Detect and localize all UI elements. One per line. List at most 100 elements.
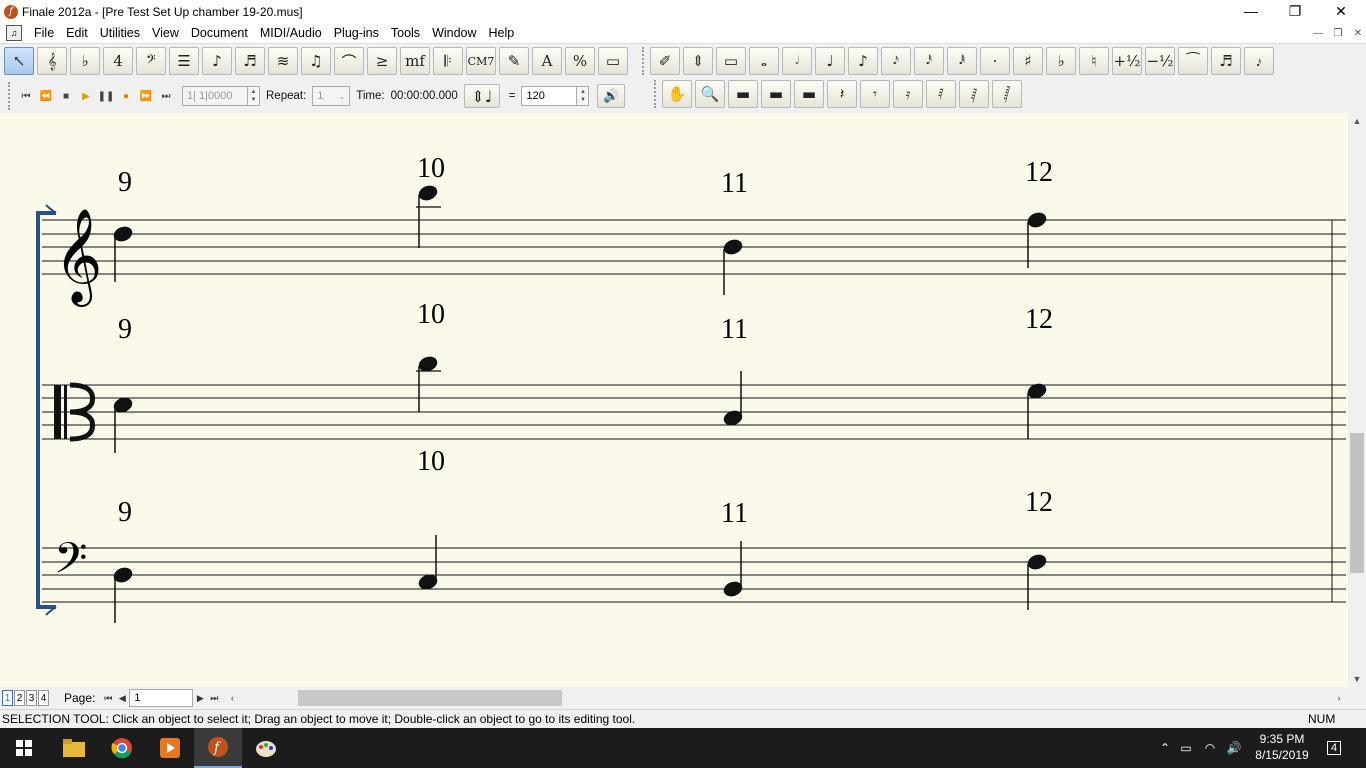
breve-rest-button[interactable]: ▬ <box>728 80 758 108</box>
eraser-button[interactable]: ✐ <box>650 47 680 75</box>
menu-help[interactable]: Help <box>483 26 521 40</box>
toolbar-grip[interactable] <box>654 80 658 108</box>
scroll-down-icon[interactable]: ▼ <box>1348 671 1366 687</box>
quarter-rest-button[interactable]: 𝄽 <box>827 80 857 108</box>
half-note-button[interactable]: 𝅗𝅥 <box>782 47 812 75</box>
expression-tool-button[interactable]: mf <box>400 47 430 75</box>
tempo-spinner[interactable]: ▲ ▼ <box>577 86 590 106</box>
play-icon[interactable]: ▶ <box>76 85 96 107</box>
menu-view[interactable]: View <box>146 26 185 40</box>
measure-number[interactable]: 11 <box>721 314 748 346</box>
lyrics-tool-button[interactable]: ✎ <box>499 47 529 75</box>
scroll-left-icon[interactable]: ‹ <box>225 690 239 706</box>
menu-utilities[interactable]: Utilities <box>94 26 146 40</box>
menu-window[interactable]: Window <box>426 26 482 40</box>
measure-number[interactable]: 10 <box>417 446 445 478</box>
hand-grabber-button[interactable]: ✋ <box>662 80 692 108</box>
show-hidden-icons-icon[interactable]: ⌃ <box>1156 741 1174 755</box>
onetwentyeighth-rest-button[interactable]: 𝅂 <box>992 80 1022 108</box>
toolbar-grip[interactable] <box>642 47 646 75</box>
sixteenth-note-button[interactable]: 𝅘𝅥𝅯 <box>881 47 911 75</box>
sixtyfourth-rest-button[interactable]: 𝅁 <box>959 80 989 108</box>
last-page-icon[interactable]: ⏭ <box>207 690 221 706</box>
sixteenth-rest-button[interactable]: 𝄿 <box>893 80 923 108</box>
measure-number[interactable]: 12 <box>1025 157 1053 189</box>
zoom-button[interactable]: 🔍 <box>695 80 725 108</box>
half-rest-button[interactable]: ▬ <box>794 80 824 108</box>
repeat-tool-button[interactable]: 𝄆 <box>433 47 463 75</box>
page-tab-2[interactable]: 2 <box>14 690 25 706</box>
speedy-entry-tool-button[interactable]: ♬ <box>235 47 265 75</box>
battery-icon[interactable]: ▭ <box>1174 741 1198 755</box>
record-icon[interactable]: ● <box>116 85 136 107</box>
toolbar-grip[interactable] <box>8 82 12 110</box>
clef-tool-button[interactable]: 𝄢 <box>136 47 166 75</box>
measure-number[interactable]: 11 <box>721 498 748 530</box>
tie-button[interactable]: ⁀ <box>1178 47 1208 75</box>
doc-restore-button[interactable]: ❐ <box>1328 25 1348 41</box>
clock[interactable]: 9:35 PM 8/15/2019 <box>1250 731 1314 763</box>
scroll-up-icon[interactable]: ▲ <box>1348 113 1366 129</box>
rewind-icon[interactable]: ⏪ <box>36 85 56 107</box>
selection-tool-button[interactable]: ↖ <box>4 47 34 75</box>
measure-spinner[interactable]: ▲ ▼ <box>248 86 260 106</box>
measure-number[interactable]: 11 <box>721 168 748 200</box>
menu-file[interactable]: File <box>28 26 60 40</box>
horizontal-scroll-thumb[interactable] <box>298 690 562 706</box>
staff-tool-button[interactable]: 𝄞 <box>37 47 67 75</box>
eighth-rest-button[interactable]: 𝄾 <box>860 80 890 108</box>
media-player-icon[interactable] <box>146 728 194 768</box>
paint-icon[interactable] <box>242 728 290 768</box>
thirtysecond-note-button[interactable]: 𝅘𝅥𝅰 <box>914 47 944 75</box>
page-tab-1[interactable]: 1 <box>2 690 13 706</box>
menu-edit[interactable]: Edit <box>60 26 94 40</box>
eighth-note-button[interactable]: ♪ <box>848 47 878 75</box>
measure-number[interactable]: 12 <box>1025 487 1053 519</box>
vertical-scroll-thumb[interactable] <box>1350 433 1364 573</box>
tempo-field[interactable]: 120 <box>521 86 578 106</box>
first-page-icon[interactable]: ⏮ <box>101 690 115 706</box>
score-canvas[interactable]: 𝄞 𝄢 <box>0 113 1348 687</box>
menu-document[interactable]: Document <box>185 26 254 40</box>
hyperscribe-tool-button[interactable]: ≋ <box>268 47 298 75</box>
dot-button[interactable]: · <box>980 47 1010 75</box>
stop-icon[interactable]: ■ <box>56 85 76 107</box>
previous-page-icon[interactable]: ◀ <box>115 690 129 706</box>
tempo-note-selector[interactable]: ⇕♩ <box>463 84 500 108</box>
half-step-up-button[interactable]: +½ <box>1112 47 1142 75</box>
measure-number[interactable]: 9 <box>118 167 132 199</box>
smart-shape-tool-button[interactable]: ⌒ <box>334 47 364 75</box>
wifi-icon[interactable]: ◠ <box>1198 741 1222 755</box>
finale-app-icon[interactable]: f <box>4 4 18 19</box>
chrome-icon[interactable] <box>98 728 146 768</box>
measure-number[interactable]: 10 <box>417 153 445 185</box>
menu-plug-ins[interactable]: Plug-ins <box>328 26 385 40</box>
next-page-icon[interactable]: ▶ <box>193 690 207 706</box>
minimize-button[interactable]: — <box>1228 0 1274 22</box>
text-tool-button[interactable]: A <box>532 47 562 75</box>
whole-rest-button[interactable]: ▬ <box>761 80 791 108</box>
key-signature-tool-button[interactable]: ♭ <box>70 47 100 75</box>
menu-tools[interactable]: Tools <box>385 26 426 40</box>
doc-close-button[interactable]: ✕ <box>1348 25 1366 41</box>
resize-tool-button[interactable]: % <box>565 47 595 75</box>
notification-center-icon[interactable]: 4 <box>1322 738 1346 758</box>
flat-button[interactable]: ♭ <box>1046 47 1076 75</box>
repeat-dropdown[interactable]: 1 ⌄ <box>312 86 351 106</box>
document-icon[interactable]: ♫ <box>6 25 22 41</box>
time-signature-tool-button[interactable]: 4 <box>103 47 133 75</box>
pause-icon[interactable]: ❚❚ <box>96 85 116 107</box>
whole-note-button[interactable]: 𝅝 <box>749 47 779 75</box>
menu-midi-audio[interactable]: MIDI/Audio <box>254 26 328 40</box>
tuplet-button[interactable]: ♬ <box>1211 47 1241 75</box>
measure-number[interactable]: 9 <box>118 314 132 346</box>
chord-tool-button[interactable]: CM7 <box>466 47 496 75</box>
measure-number[interactable]: 12 <box>1025 304 1053 336</box>
vertical-scrollbar[interactable]: ▲ ▼ <box>1348 113 1366 687</box>
measure-tool-button[interactable]: ☰ <box>169 47 199 75</box>
forward-to-end-icon[interactable]: ⏭ <box>156 85 176 107</box>
page-tab-3[interactable]: 3 <box>26 690 37 706</box>
speaker-icon[interactable]: 🔊 <box>597 84 626 108</box>
tilt-button[interactable]: ⇕ <box>683 47 713 75</box>
page-layout-tool-button[interactable]: ▭ <box>598 47 628 75</box>
